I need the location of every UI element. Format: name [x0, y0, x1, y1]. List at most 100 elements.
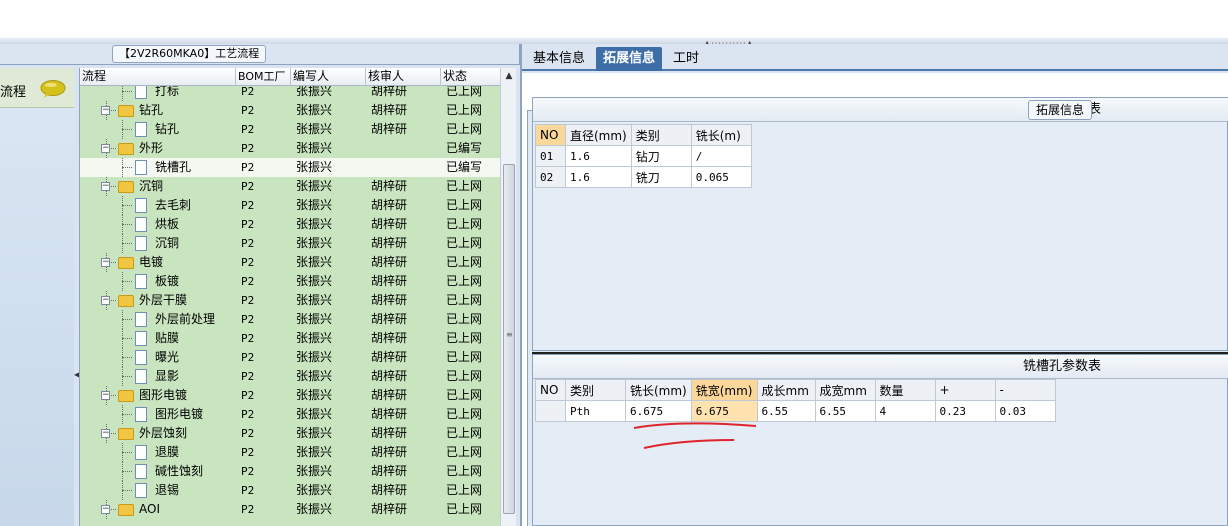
- tree-node-label[interactable]: 碱性蚀刻: [155, 462, 203, 481]
- tab-basic-info[interactable]: 基本信息: [526, 47, 592, 71]
- tree-node-label[interactable]: 铣槽孔: [155, 158, 191, 177]
- table-row[interactable]: 退膜 P2 张振兴 胡梓研 已上网: [80, 443, 500, 462]
- scroll-thumb[interactable]: ≡: [503, 164, 515, 514]
- collapse-node-icon[interactable]: −: [101, 258, 110, 267]
- slot-col-finished-width[interactable]: 成宽mm: [814, 379, 876, 401]
- tree-node-label[interactable]: 沉铜: [139, 177, 163, 196]
- table-row[interactable]: 铣槽孔 P2 张振兴 已编写: [80, 158, 500, 177]
- tool-cell[interactable]: 铣刀: [630, 166, 692, 188]
- collapse-node-icon[interactable]: −: [101, 391, 110, 400]
- slot-col-quantity[interactable]: 数量: [874, 379, 936, 401]
- table-row[interactable]: − 外形 P2 张振兴 已编写: [80, 139, 500, 158]
- table-row[interactable]: 02 1.6 铣刀 0.065: [535, 166, 752, 188]
- table-row[interactable]: 退锡 P2 张振兴 胡梓研 已上网: [80, 481, 500, 500]
- col-header-status[interactable]: 状态: [441, 68, 500, 86]
- tool-cell[interactable]: 01: [535, 145, 566, 167]
- table-row[interactable]: 曝光 P2 张振兴 胡梓研 已上网: [80, 348, 500, 367]
- tree-node-label[interactable]: 图形电镀: [139, 386, 187, 405]
- flow-panel-header[interactable]: 流程: [0, 68, 74, 108]
- table-row[interactable]: − 电镀 P2 张振兴 胡梓研 已上网: [80, 253, 500, 272]
- collapse-node-icon[interactable]: −: [101, 106, 110, 115]
- bom-cell: P2: [241, 199, 255, 212]
- collapse-node-icon[interactable]: −: [101, 505, 110, 514]
- col-header-bom[interactable]: BOM工厂: [236, 68, 291, 86]
- table-row[interactable]: − 沉铜 P2 张振兴 胡梓研 已上网: [80, 177, 500, 196]
- table-row[interactable]: Pth 6.675 6.675 6.55 6.55 4 0.23 0.03: [535, 400, 1056, 422]
- slot-col-finished-length[interactable]: 成长mm: [756, 379, 816, 401]
- table-row[interactable]: 沉铜 P2 张振兴 胡梓研 已上网: [80, 234, 500, 253]
- table-row[interactable]: 贴膜 P2 张振兴 胡梓研 已上网: [80, 329, 500, 348]
- tree-node-label[interactable]: 曝光: [155, 348, 179, 367]
- table-row[interactable]: 板镀 P2 张振兴 胡梓研 已上网: [80, 272, 500, 291]
- slot-cell[interactable]: 6.55: [814, 400, 876, 422]
- table-row[interactable]: 图形电镀 P2 张振兴 胡梓研 已上网: [80, 405, 500, 424]
- tree-node-label[interactable]: 板镀: [155, 272, 179, 291]
- tool-cell[interactable]: 1.6: [565, 145, 632, 167]
- tree-vertical-scrollbar[interactable]: ▲ ≡: [500, 68, 516, 526]
- tree-node-label[interactable]: AOI: [139, 500, 160, 519]
- tree-node-label[interactable]: 烘板: [155, 215, 179, 234]
- tree-node-label[interactable]: 外层蚀刻: [139, 424, 187, 443]
- table-row[interactable]: − 钻孔 P2 张振兴 胡梓研 已上网: [80, 101, 500, 120]
- tool-cell[interactable]: /: [690, 145, 752, 167]
- table-row[interactable]: − 图形电镀 P2 张振兴 胡梓研 已上网: [80, 386, 500, 405]
- table-row[interactable]: 烘板 P2 张振兴 胡梓研 已上网: [80, 215, 500, 234]
- tree-node-label[interactable]: 显影: [155, 367, 179, 386]
- tab-work-hours[interactable]: 工时: [666, 47, 706, 71]
- table-row[interactable]: − 外层干膜 P2 张振兴 胡梓研 已上网: [80, 291, 500, 310]
- tree-node-label[interactable]: 沉铜: [155, 234, 179, 253]
- tab-extended-info[interactable]: 拓展信息: [596, 47, 663, 71]
- scroll-up-icon[interactable]: ▲: [501, 68, 517, 85]
- collapse-node-icon[interactable]: −: [101, 429, 110, 438]
- slot-col-type[interactable]: 类别: [565, 379, 626, 401]
- slot-cell[interactable]: 6.55: [756, 400, 816, 422]
- slot-col-mill-width[interactable]: 铣宽(mm): [690, 379, 758, 401]
- table-row[interactable]: 钻孔 P2 张振兴 胡梓研 已上网: [80, 120, 500, 139]
- tree-node-label[interactable]: 电镀: [139, 253, 163, 272]
- col-header-writer[interactable]: 编写人: [291, 68, 366, 86]
- collapse-node-icon[interactable]: −: [101, 296, 110, 305]
- table-row[interactable]: 01 1.6 钻刀 /: [535, 145, 752, 167]
- tool-col-length[interactable]: 铣长(m): [690, 124, 752, 146]
- table-row[interactable]: 去毛刺 P2 张振兴 胡梓研 已上网: [80, 196, 500, 215]
- tool-cell[interactable]: 02: [535, 166, 566, 188]
- tree-node-label[interactable]: 钻孔: [155, 120, 179, 139]
- slot-cell[interactable]: 6.675: [625, 400, 692, 422]
- tree-node-label[interactable]: 图形电镀: [155, 405, 203, 424]
- col-header-flow[interactable]: 流程: [80, 68, 236, 86]
- tool-cell[interactable]: 钻刀: [630, 145, 692, 167]
- tool-col-no[interactable]: NO: [535, 124, 566, 146]
- collapse-node-icon[interactable]: −: [101, 144, 110, 153]
- status-cell: 已上网: [446, 293, 483, 307]
- tree-node-label[interactable]: 外层前处理: [155, 310, 215, 329]
- slot-col-no[interactable]: NO: [535, 379, 566, 401]
- tree-node-label[interactable]: 退膜: [155, 443, 179, 462]
- slot-col-plus[interactable]: +: [934, 379, 996, 401]
- tool-cell[interactable]: 1.6: [565, 166, 632, 188]
- slot-cell[interactable]: [535, 400, 566, 422]
- tree-node-label[interactable]: 去毛刺: [155, 196, 191, 215]
- tree-node-label[interactable]: 退锡: [155, 481, 179, 500]
- slot-col-minus[interactable]: -: [994, 379, 1056, 401]
- tree-node-label[interactable]: 外层干膜: [139, 291, 187, 310]
- tree-node-label[interactable]: 外形: [139, 139, 163, 158]
- table-row[interactable]: − 外层蚀刻 P2 张振兴 胡梓研 已上网: [80, 424, 500, 443]
- table-row[interactable]: 碱性蚀刻 P2 张振兴 胡梓研 已上网: [80, 462, 500, 481]
- slot-cell[interactable]: 0.03: [994, 400, 1056, 422]
- tree-node-label[interactable]: 贴膜: [155, 329, 179, 348]
- tree-node-label[interactable]: 钻孔: [139, 101, 163, 120]
- col-header-reviewer[interactable]: 核审人: [366, 68, 441, 86]
- slot-cell[interactable]: Pth: [565, 400, 626, 422]
- collapse-node-icon[interactable]: −: [101, 182, 110, 191]
- table-row[interactable]: 显影 P2 张振兴 胡梓研 已上网: [80, 367, 500, 386]
- slot-cell[interactable]: 4: [874, 400, 936, 422]
- table-row[interactable]: − AOI P2 张振兴 胡梓研 已上网: [80, 500, 500, 519]
- slot-cell[interactable]: 0.23: [934, 400, 996, 422]
- slot-col-mill-length[interactable]: 铣长(mm): [625, 379, 692, 401]
- tool-col-type[interactable]: 类别: [630, 124, 692, 146]
- comment-bubble-icon[interactable]: [40, 80, 66, 98]
- tool-col-diameter[interactable]: 直径(mm): [565, 124, 632, 146]
- slot-cell[interactable]: 6.675: [690, 400, 758, 422]
- tool-cell[interactable]: 0.065: [690, 166, 752, 188]
- table-row[interactable]: 外层前处理 P2 张振兴 胡梓研 已上网: [80, 310, 500, 329]
